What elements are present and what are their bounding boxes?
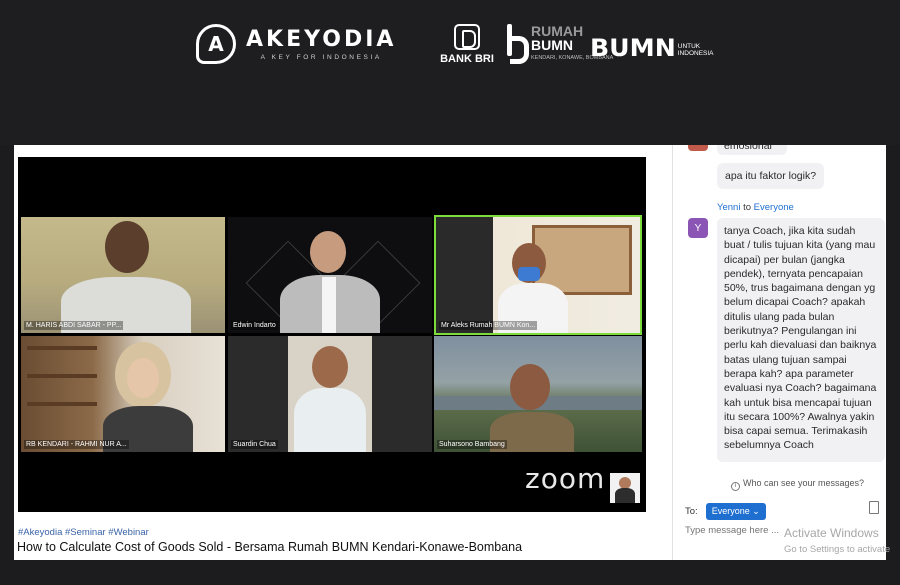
bumn-sub-indonesia: INDONESIA xyxy=(677,50,714,57)
sender-recipient: Everyone xyxy=(753,202,794,213)
recipient-row: To: Everyone ⌄ xyxy=(685,503,766,520)
bri-mark-icon xyxy=(454,24,480,50)
to-label: To: xyxy=(685,506,698,517)
bumn-sub-untuk: UNTUK xyxy=(677,43,701,50)
who-can-see-link[interactable]: i Who can see your messages? xyxy=(731,478,864,491)
chat-message: emosional xyxy=(717,145,787,155)
participant-name: Suardin Chua xyxy=(231,440,278,449)
chat-message: tanya Coach, jika kita sudah buat / tuli… xyxy=(717,218,885,462)
sender-name: Yenni xyxy=(717,202,741,213)
banner-header: A AKEYODIA A KEY FOR INDONESIA BANK BRI … xyxy=(0,0,900,145)
participant-tile[interactable]: Suardin Chua xyxy=(228,336,432,452)
info-icon: i xyxy=(731,482,740,491)
chat-messages[interactable]: emosional apa itu faktor logik? Yenni to… xyxy=(673,145,887,475)
participant-name: M. HARIS ABDI SABAR - PP... xyxy=(24,321,124,330)
participant-tile[interactable]: Edwin Indarto xyxy=(228,217,432,333)
bri-label: BANK BRI xyxy=(440,53,494,65)
participant-name: RB KENDARI - RAHMI NUR A... xyxy=(24,440,129,449)
participant-name: Mr Aleks Rumah BUMN Kon... xyxy=(439,321,538,330)
bank-bri-logo: BANK BRI xyxy=(440,24,494,65)
who-can-see-label: Who can see your messages? xyxy=(743,478,865,488)
zoom-watermark: zoom xyxy=(525,462,606,495)
video-title: How to Calculate Cost of Goods Sold - Be… xyxy=(17,540,523,554)
bumn-label: BUMN xyxy=(589,34,676,62)
participant-name: Suharsono Bambang xyxy=(437,440,507,449)
akeyodia-title: AKEYODIA xyxy=(246,27,397,52)
participant-tile[interactable]: RB KENDARI - RAHMI NUR A... xyxy=(21,336,225,452)
file-icon[interactable] xyxy=(869,501,879,514)
activate-windows-sub: Go to Settings to activate xyxy=(784,544,891,555)
sender-avatar xyxy=(688,145,708,151)
akeyodia-tagline: A KEY FOR INDONESIA xyxy=(260,54,382,61)
hashtags[interactable]: #Akeyodia #Seminar #Webinar xyxy=(18,527,149,538)
akeyodia-mark-icon: A xyxy=(196,24,236,64)
activate-windows-watermark: Activate Windows xyxy=(784,526,879,540)
chat-message: apa itu faktor logik? xyxy=(717,163,825,190)
chat-panel: emosional apa itu faktor logik? Yenni to… xyxy=(672,145,890,560)
participant-tile-active-speaker[interactable]: Mr Aleks Rumah BUMN Kon... xyxy=(434,215,642,335)
sender-to: to xyxy=(743,202,752,213)
sender-avatar: Y xyxy=(688,218,708,238)
recipient-dropdown[interactable]: Everyone ⌄ xyxy=(705,503,766,520)
akeyodia-logo: A AKEYODIA A KEY FOR INDONESIA xyxy=(196,24,396,64)
video-gallery: M. HARIS ABDI SABAR - PP... Edwin Indart… xyxy=(18,157,646,512)
participant-name: Edwin Indarto xyxy=(231,321,278,330)
participant-tile[interactable]: M. HARIS ABDI SABAR - PP... xyxy=(21,217,225,333)
bumn-untuk-indonesia-logo: BUMN UNTUK INDONESIA xyxy=(589,34,714,62)
self-view-thumbnail[interactable] xyxy=(610,473,640,503)
participant-tile[interactable]: Suharsono Bambang xyxy=(434,336,642,452)
zoom-screen: M. HARIS ABDI SABAR - PP... Edwin Indart… xyxy=(14,145,890,560)
rumah-bumn-mark-icon xyxy=(505,24,529,64)
chat-sender-line: Yenni to Everyone xyxy=(717,202,794,213)
